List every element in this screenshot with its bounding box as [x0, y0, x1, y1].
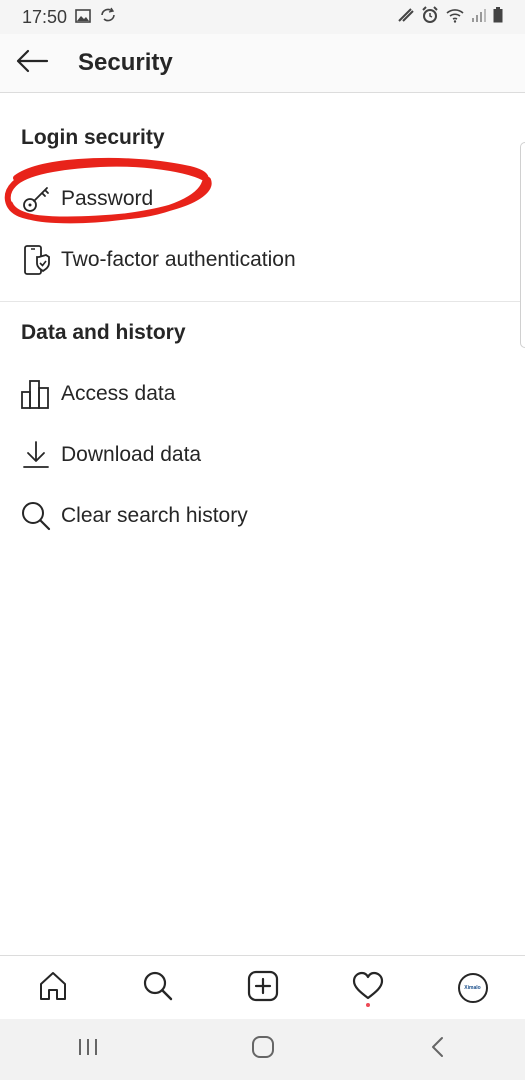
bottom-navigation: Ximalo [0, 955, 525, 1020]
clear-search-history-item[interactable]: Clear search history [0, 488, 500, 544]
section-title-login-security: Login security [21, 126, 165, 149]
system-navigation-bar [0, 1019, 525, 1080]
status-right [397, 5, 503, 29]
key-icon [17, 180, 55, 218]
download-data-item[interactable]: Download data [0, 427, 500, 483]
download-icon [17, 436, 55, 474]
data-saver-icon [397, 7, 415, 28]
password-item[interactable]: Password [0, 171, 500, 227]
profile-avatar: Ximalo [457, 973, 488, 1003]
heart-icon [352, 971, 384, 1006]
battery-icon [493, 6, 503, 28]
section-title-data-and-history: Data and history [21, 321, 186, 344]
sync-icon [99, 7, 117, 28]
back-button[interactable] [2, 34, 62, 92]
avatar-text: Ximalo [464, 985, 481, 991]
section-divider [0, 301, 525, 302]
signal-icon [471, 7, 487, 28]
home-icon [251, 1035, 275, 1064]
nav-home-button[interactable] [28, 963, 78, 1013]
nav-search-button[interactable] [133, 963, 183, 1013]
arrow-left-icon [15, 49, 49, 78]
phone-shield-icon [17, 241, 55, 279]
two-factor-authentication-item[interactable]: Two-factor authentication [0, 232, 500, 288]
status-left: 17:50 [22, 7, 117, 28]
nav-activity-button[interactable] [343, 963, 393, 1013]
alarm-icon [421, 5, 439, 29]
app-header: Security [0, 34, 525, 93]
nav-add-button[interactable] [238, 963, 288, 1013]
back-icon [430, 1036, 446, 1063]
access-data-label: Access data [61, 382, 176, 405]
search-icon [142, 970, 174, 1007]
password-label: Password [61, 187, 154, 210]
status-time: 17:50 [22, 6, 68, 27]
system-back-button[interactable] [408, 1025, 468, 1075]
search-icon [17, 497, 55, 535]
download-data-label: Download data [61, 443, 202, 466]
edge-panel-handle[interactable] [520, 142, 525, 348]
nav-profile-button[interactable]: Ximalo [448, 963, 498, 1013]
add-icon [247, 970, 279, 1007]
bar-chart-icon [17, 375, 55, 413]
system-home-button[interactable] [233, 1025, 293, 1075]
notification-dot [365, 1003, 370, 1007]
two-factor-authentication-label: Two-factor authentication [61, 248, 296, 271]
clear-search-history-label: Clear search history [61, 504, 248, 527]
page-title: Security [78, 49, 173, 76]
access-data-item[interactable]: Access data [0, 366, 500, 422]
wifi-icon [445, 7, 465, 28]
image-icon [75, 7, 91, 28]
home-icon [37, 970, 69, 1007]
recent-apps-icon [77, 1037, 99, 1062]
recent-apps-button[interactable] [58, 1025, 118, 1075]
status-bar: 17:50 [0, 0, 525, 34]
